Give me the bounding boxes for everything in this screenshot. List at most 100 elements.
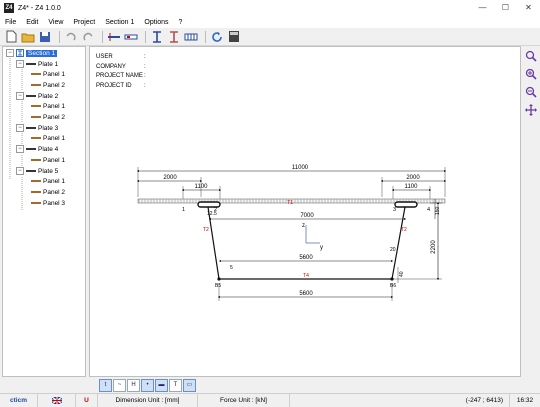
dim-slope-label: 20 xyxy=(390,247,396,253)
dimension-bottom-inner: 5600 xyxy=(218,255,394,263)
tree-panel-label[interactable]: Panel 1 xyxy=(43,178,65,185)
tree-panel-row[interactable]: Panel 2 xyxy=(31,187,65,197)
menu-view[interactable]: View xyxy=(43,19,68,26)
tree-plate-label[interactable]: Plate 2 xyxy=(38,93,58,100)
collapse-toggle-icon[interactable]: − xyxy=(16,92,24,100)
calculator-icon[interactable] xyxy=(227,30,241,44)
node-b6-label: B6 xyxy=(390,283,396,289)
tree-plate-row[interactable]: − Plate 1 xyxy=(16,59,58,69)
tree-panel-row[interactable]: Panel 3 xyxy=(31,198,65,208)
add-plate-icon[interactable] xyxy=(107,30,121,44)
toolbar-separator xyxy=(145,30,146,43)
open-folder-icon[interactable] xyxy=(21,30,35,44)
tree-panel-label[interactable]: Panel 2 xyxy=(43,189,65,196)
axis-z-label: z xyxy=(302,223,305,229)
panel-icon xyxy=(31,202,41,204)
refresh-icon[interactable] xyxy=(210,30,224,44)
tree-panel-row[interactable]: Panel 2 xyxy=(31,112,65,122)
tree-plate-label[interactable]: Plate 1 xyxy=(38,61,58,68)
tree-panel-row[interactable]: Panel 1 xyxy=(31,101,65,111)
tree-plate-row[interactable]: − Plate 2 xyxy=(16,91,58,101)
tree-plate-row[interactable]: − Plate 3 xyxy=(16,123,58,133)
section-profile-icon[interactable] xyxy=(150,30,164,44)
view-thickness-button[interactable]: T xyxy=(169,379,182,392)
zoom-in-icon[interactable] xyxy=(524,67,538,81)
node-b6-marker[interactable] xyxy=(390,277,394,281)
dim-web-top-label: 7000 xyxy=(300,213,314,219)
save-icon[interactable] xyxy=(38,30,52,44)
tree-section-row[interactable]: − Section 1 xyxy=(6,48,58,58)
dimension-bottom-thk: 40 xyxy=(397,267,405,283)
tree-plate-row[interactable]: − Plate 4 xyxy=(16,144,58,154)
pan-icon[interactable] xyxy=(524,103,538,117)
tree-panel-row[interactable]: Panel 2 xyxy=(31,80,65,90)
collapse-toggle-icon[interactable]: − xyxy=(16,60,24,68)
tree-panel-label[interactable]: Panel 1 xyxy=(43,71,65,78)
view-panels-button[interactable]: ▭ xyxy=(183,379,196,392)
tree-panel-label[interactable]: Panel 1 xyxy=(43,157,65,164)
stiffener-icon[interactable] xyxy=(167,30,181,44)
force-unit: Force Unit : [kN] xyxy=(198,394,290,407)
grid-icon[interactable] xyxy=(184,30,198,44)
view-hatch-button[interactable]: H xyxy=(127,379,140,392)
tree-plate-row[interactable]: − Plate 5 xyxy=(16,166,58,176)
undo-icon[interactable] xyxy=(64,30,78,44)
tree-panel-label[interactable]: Panel 1 xyxy=(43,135,65,142)
menu-edit[interactable]: Edit xyxy=(21,19,43,26)
panel-icon xyxy=(31,159,41,161)
tree-section-label[interactable]: Section 1 xyxy=(26,49,58,57)
plate-icon xyxy=(26,170,36,172)
dim-left-flange-label: 1100 xyxy=(195,184,209,190)
node-1-label: 1 xyxy=(182,207,185,213)
add-panel-icon[interactable] xyxy=(124,30,138,44)
minimize-button[interactable]: — xyxy=(471,0,494,16)
menu-file[interactable]: File xyxy=(0,19,21,26)
menu-bar: File Edit View Project Section 1 Options… xyxy=(0,16,540,28)
collapse-toggle-icon[interactable]: − xyxy=(16,167,24,175)
new-file-icon[interactable] xyxy=(4,30,18,44)
close-button[interactable]: ✕ xyxy=(517,0,540,16)
view-plates-button[interactable]: ▬ xyxy=(155,379,168,392)
collapse-toggle-icon[interactable]: − xyxy=(6,49,14,57)
search-icon[interactable] xyxy=(524,49,538,63)
tree-panel-label[interactable]: Panel 2 xyxy=(43,114,65,121)
view-dimensions-button[interactable]: ~ xyxy=(113,379,126,392)
app-logo-icon: Z4 xyxy=(4,3,14,13)
toolbar-separator xyxy=(205,30,206,43)
tree-plate-label[interactable]: Plate 4 xyxy=(38,146,58,153)
dim-total-label: 11000 xyxy=(292,165,309,171)
menu-section[interactable]: Section 1 xyxy=(100,19,139,26)
redo-icon[interactable] xyxy=(81,30,95,44)
plate-label-bottom: T4 xyxy=(303,273,309,279)
tree-panel-label[interactable]: Panel 2 xyxy=(43,82,65,89)
tree-panel-label[interactable]: Panel 3 xyxy=(43,200,65,207)
toolbar-separator xyxy=(59,30,60,43)
tree-plate-label[interactable]: Plate 5 xyxy=(38,168,58,175)
right-web-plate[interactable] xyxy=(391,206,406,280)
tree-plate-label[interactable]: Plate 3 xyxy=(38,125,58,132)
view-nodes-button[interactable]: • xyxy=(141,379,154,392)
units-icon[interactable]: U xyxy=(76,394,98,407)
collapse-toggle-icon[interactable]: − xyxy=(16,145,24,153)
panel-icon xyxy=(31,84,41,86)
left-web-plate[interactable] xyxy=(207,206,220,280)
tree-panel-label[interactable]: Panel 1 xyxy=(43,103,65,110)
toolbar-separator xyxy=(102,30,103,43)
collapse-toggle-icon[interactable]: − xyxy=(16,124,24,132)
menu-options[interactable]: Options xyxy=(139,19,173,26)
tree-panel-row[interactable]: Panel 1 xyxy=(31,69,65,79)
plate-icon xyxy=(26,95,36,97)
right-stiffener[interactable] xyxy=(394,201,418,208)
language-flag-icon[interactable]: EN xyxy=(38,394,76,407)
menu-project[interactable]: Project xyxy=(68,19,100,26)
tree-panel-row[interactable]: Panel 1 xyxy=(31,176,65,186)
menu-help[interactable]: ? xyxy=(174,19,188,26)
tree-panel-row[interactable]: Panel 1 xyxy=(31,155,65,165)
panel-icon xyxy=(31,73,41,75)
tree-panel-row[interactable]: Panel 1 xyxy=(31,133,65,143)
drawing-canvas[interactable]: USER: COMPANY: PROJECT NAME: PROJECT ID:… xyxy=(89,46,521,377)
view-axes-button[interactable]: t xyxy=(99,379,112,392)
zoom-out-icon[interactable] xyxy=(524,85,538,99)
maximize-button[interactable]: ☐ xyxy=(494,0,517,16)
node-b5-marker[interactable] xyxy=(217,277,221,281)
